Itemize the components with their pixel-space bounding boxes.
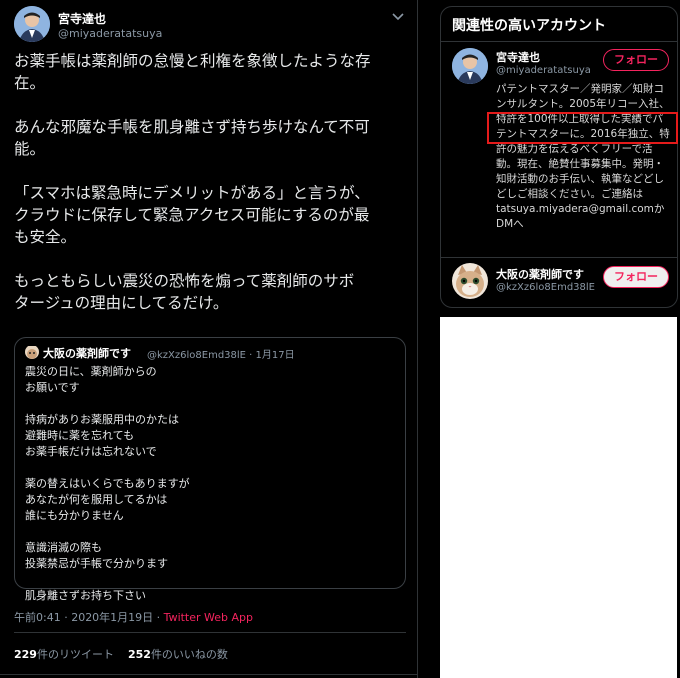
divider [0,674,418,675]
tweet-timestamp: 午前0:41 · 2020年1月19日 · Twitter Web App [14,609,253,625]
quoted-tweet[interactable]: 大阪の薬剤師です @kzXz6lo8Emd38lE · 1月17日 震災の日に、… [14,337,406,602]
quoted-paragraph: 肌身離さずお持ち下さい [25,589,146,602]
likes-stat[interactable]: 252件のいいねの数 [128,648,228,661]
quoted-paragraph: 震災の日に、薬剤師からの お願いです [25,365,157,394]
follow-button[interactable]: フォロー [603,266,669,288]
account-avatar[interactable] [452,48,488,84]
tweet-text: お薬手帳は薬剤師の怠慢と利権を象徴したような存 在。 あんな邪魔な手帳を肌身離さ… [14,50,409,336]
retweets-stat[interactable]: 229件のリツイート [14,648,114,661]
source-link[interactable]: Twitter Web App [164,611,253,624]
divider [14,632,406,633]
account-name[interactable]: 大阪の薬剤師です [496,266,584,282]
follow-button[interactable]: フォロー [603,49,669,71]
account-name[interactable]: 宮寺達也 [496,49,540,65]
likes-label: 件のいいねの数 [150,648,228,661]
engagement-stats: 229件のリツイート 252件のいいねの数 [14,646,228,662]
quoted-handle-date: @kzXz6lo8Emd38lE · 1月17日 [147,350,295,361]
tweet-paragraph: お薬手帳は薬剤師の怠慢と利権を象徴したような存 在。 [14,52,371,92]
account-handle[interactable]: @kzXz6lo8Emd38lE [496,282,595,293]
quoted-paragraph: 意識消滅の際も 投薬禁忌が手帳で分かります [25,541,168,570]
chevron-down-icon[interactable] [390,8,406,21]
ad-placeholder [440,317,677,678]
retweets-label: 件のリツイート [36,648,114,661]
timestamp-text[interactable]: 午前0:41 · 2020年1月19日 · [14,611,164,624]
tweet-column: 宮寺達也 @miyaderatatsuya お薬手帳は薬剤師の怠慢と利権を象徴し… [0,0,418,678]
author-handle[interactable]: @miyaderatatsuya [58,27,162,40]
author-name[interactable]: 宮寺達也 [58,10,106,27]
tweet-paragraph: もっともらしい震災の恐怖を煽って薬剤師のサボ タージュの理由にしてるだけ。 [14,272,355,312]
tweet-paragraph: あんな邪魔な手帳を肌身離さず持ち歩けなんて不可 能。 [14,118,370,158]
highlight-box [487,112,678,144]
tweet-header: 宮寺達也 @miyaderatatsuya [14,6,414,46]
quoted-avatar[interactable] [25,345,39,359]
quoted-author-name[interactable]: 大阪の薬剤師です [43,345,131,361]
likes-count: 252 [127,648,151,661]
related-accounts-panel: 関連性の高いアカウント 宮寺達也 @miyaderatatsuya フォロー パ… [440,6,678,308]
related-title: 関連性の高いアカウント [452,18,606,34]
divider [441,257,677,258]
quoted-text: 震災の日に、薬剤師からの お願いです 持病がありお薬服用中のかたは 避難時に薬を… [25,364,395,620]
quoted-paragraph: 薬の替えはいくらでもありますが あなたが何を服用してるかは 誰にも分かりません [25,477,190,522]
account-avatar[interactable] [452,263,488,299]
quoted-paragraph: 持病がありお薬服用中のかたは 避難時に薬を忘れても お薬手帳だけは忘れないで [25,413,179,458]
divider [441,41,677,42]
account-bio: パテントマスター／発明家／知財コンサルタント。2005年リコー入社、特許を100… [496,83,670,230]
account-handle[interactable]: @miyaderatatsuya [496,65,591,76]
tweet-paragraph: 「スマホは緊急時にデメリットがある」と言うが、 クラウドに保存して緊急アクセス可… [14,184,370,246]
retweets-count: 229 [14,648,37,661]
author-avatar[interactable] [14,6,50,42]
